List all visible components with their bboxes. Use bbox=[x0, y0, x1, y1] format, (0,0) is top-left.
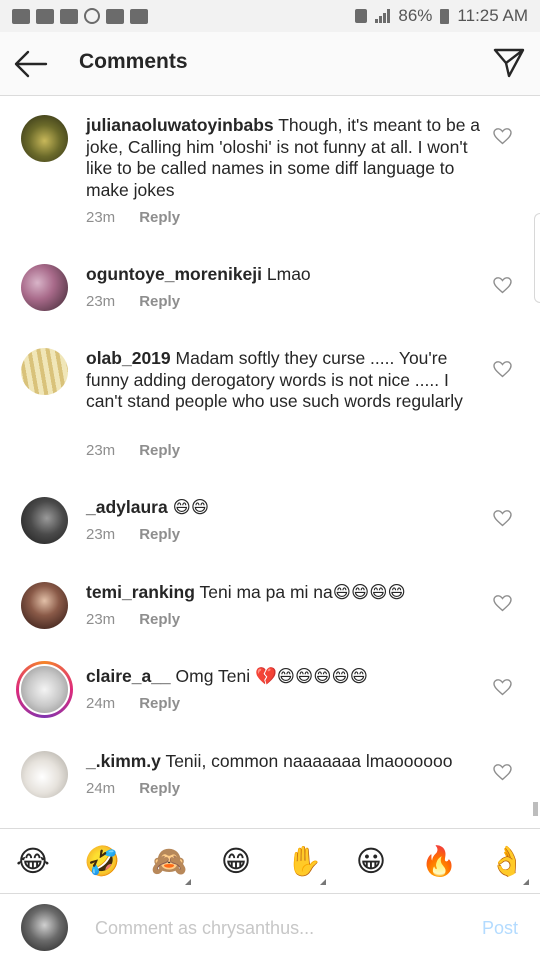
comment-time: 23m bbox=[86, 442, 116, 459]
status-bar: 86% 11:25 AM bbox=[0, 0, 540, 32]
comments-header: Comments bbox=[0, 32, 540, 96]
image-icon bbox=[106, 8, 124, 24]
whatsapp-icon bbox=[84, 8, 100, 24]
inbox-icon bbox=[60, 8, 78, 24]
sim-icon bbox=[355, 9, 368, 23]
clock: 11:25 AM bbox=[457, 6, 528, 25]
emoji-button[interactable]: 😀 bbox=[354, 845, 388, 879]
heart-icon[interactable] bbox=[493, 510, 512, 527]
heart-icon[interactable] bbox=[493, 764, 512, 781]
comment-body: Teni ma pa mi na😄😄😄😄 bbox=[199, 582, 406, 602]
comment-text: olab_2019 Madam softly they curse ..... … bbox=[86, 348, 481, 413]
comment-body: Omg Teni 💔😄😄😄😄😄 bbox=[175, 666, 368, 686]
avatar[interactable] bbox=[21, 115, 68, 162]
heart-icon[interactable] bbox=[493, 595, 512, 612]
avatar[interactable] bbox=[21, 348, 68, 395]
scrollbar-thumb[interactable] bbox=[533, 802, 538, 816]
comment-body: 😄😄 bbox=[172, 497, 210, 517]
message-icon bbox=[12, 8, 30, 24]
comment-time: 23m bbox=[86, 526, 116, 543]
emoji-button[interactable]: 😁 bbox=[219, 845, 253, 879]
reply-button[interactable]: Reply bbox=[139, 293, 180, 310]
comment-text: oguntoye_morenikeji Lmao bbox=[86, 264, 481, 286]
comment-text: temi_ranking Teni ma pa mi na😄😄😄😄 bbox=[86, 582, 481, 604]
reply-button[interactable]: Reply bbox=[139, 209, 180, 226]
comment-body: Lmao bbox=[266, 264, 311, 284]
username[interactable]: julianaoluwatoyinbabs bbox=[86, 115, 274, 135]
emoji-button[interactable]: ✋ bbox=[286, 845, 326, 885]
avatar[interactable] bbox=[21, 264, 68, 311]
reply-button[interactable]: Reply bbox=[139, 442, 180, 459]
username[interactable]: temi_ranking bbox=[86, 582, 195, 602]
paper-plane-icon[interactable] bbox=[492, 46, 526, 80]
notification-icons bbox=[12, 8, 148, 24]
avatar[interactable] bbox=[21, 751, 68, 798]
comment-text: _adylaura 😄😄 bbox=[86, 497, 481, 519]
comment-time: 23m bbox=[86, 293, 116, 310]
comment-input[interactable] bbox=[95, 916, 455, 940]
heart-icon[interactable] bbox=[493, 128, 512, 145]
heart-icon[interactable] bbox=[493, 277, 512, 294]
story-avatar[interactable] bbox=[16, 661, 73, 718]
avatar bbox=[21, 904, 68, 951]
reply-button[interactable]: Reply bbox=[139, 780, 180, 797]
emoji-button[interactable]: 🔥 bbox=[421, 845, 457, 879]
emoji-button[interactable]: 🤣 bbox=[84, 845, 120, 879]
mail-icon bbox=[36, 8, 54, 24]
arrow-left-icon[interactable] bbox=[14, 50, 48, 78]
username[interactable]: _adylaura bbox=[86, 497, 168, 517]
comment-time: 23m bbox=[86, 611, 116, 628]
username[interactable]: olab_2019 bbox=[86, 348, 171, 368]
emoji-button[interactable]: 🙈 bbox=[151, 845, 191, 885]
comment-time: 24m bbox=[86, 695, 116, 712]
battery-percentage: 86% bbox=[398, 6, 433, 25]
avatar[interactable] bbox=[21, 497, 68, 544]
post-button[interactable]: Post bbox=[482, 918, 518, 939]
comment-time: 24m bbox=[86, 780, 116, 797]
emoji-button[interactable]: 👌 bbox=[489, 845, 529, 885]
emoji-button[interactable]: 😂 bbox=[16, 845, 50, 879]
heart-icon[interactable] bbox=[493, 679, 512, 696]
heart-icon[interactable] bbox=[493, 361, 512, 378]
signal-icon bbox=[375, 9, 391, 23]
comment-composer: Post bbox=[0, 894, 540, 960]
reply-button[interactable]: Reply bbox=[139, 611, 180, 628]
battery-icon bbox=[440, 8, 450, 24]
emoji-quick-bar: 😂 🤣 🙈 😁 ✋ 😀 🔥 👌 bbox=[0, 828, 540, 894]
reply-button[interactable]: Reply bbox=[139, 695, 180, 712]
email-icon bbox=[130, 8, 148, 24]
username[interactable]: claire_a__ bbox=[86, 666, 171, 686]
comment-body: Tenii, common naaaaaaa lmaoooooo bbox=[165, 751, 453, 771]
page-title: Comments bbox=[79, 50, 188, 73]
username[interactable]: oguntoye_morenikeji bbox=[86, 264, 262, 284]
reply-button[interactable]: Reply bbox=[139, 526, 180, 543]
comment-text: julianaoluwatoyinbabs Though, it's meant… bbox=[86, 115, 481, 201]
comment-text: _.kimm.y Tenii, common naaaaaaa lmaooooo… bbox=[86, 751, 481, 773]
comment-text: claire_a__ Omg Teni 💔😄😄😄😄😄 bbox=[86, 666, 481, 688]
comment-time: 23m bbox=[86, 209, 116, 226]
scroll-edge bbox=[534, 213, 540, 303]
username[interactable]: _.kimm.y bbox=[86, 751, 161, 771]
avatar[interactable] bbox=[21, 582, 68, 629]
